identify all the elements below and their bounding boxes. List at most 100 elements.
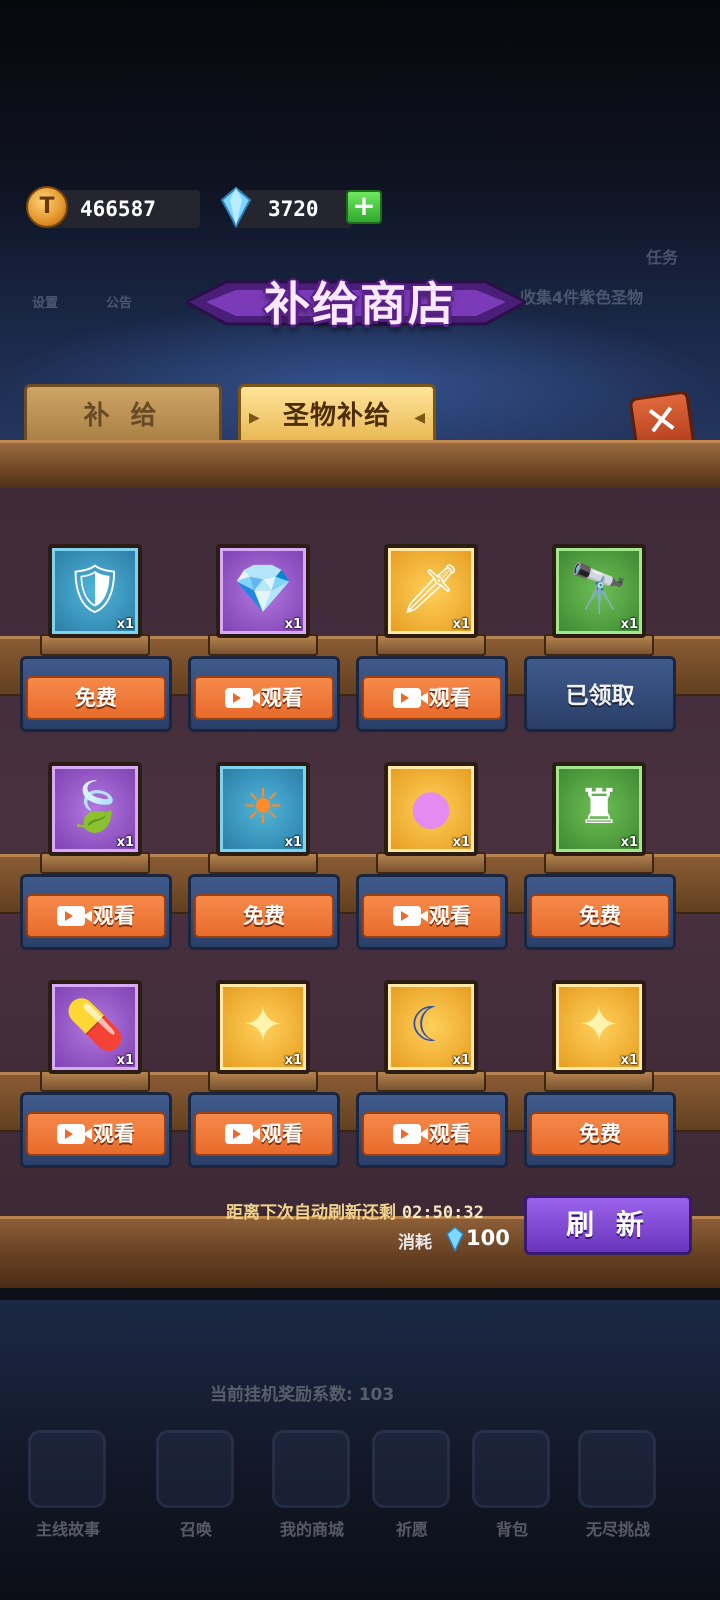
- gold-coin-icon: T: [26, 186, 68, 228]
- shop-item-slot: 观看 🗡 x1: [348, 544, 518, 764]
- shop-item-slot: 免费 ✦ x1: [516, 980, 686, 1200]
- shop-item-slot: 观看 💊 x1: [12, 980, 182, 1200]
- bg-nav-button-story: [28, 1430, 106, 1508]
- bg-nav-button-shop: [272, 1430, 350, 1508]
- watch-ad-button[interactable]: 观看: [194, 1112, 334, 1156]
- watch-ad-button[interactable]: 观看: [194, 676, 334, 720]
- shop-item-slot: 观看 ● x1: [348, 762, 518, 982]
- crimson-armor-icon: 🛡: [64, 561, 126, 617]
- action-label: 观看: [261, 686, 303, 710]
- crystal-cluster-icon: 💎: [233, 561, 293, 617]
- tab-relic-supply[interactable]: ▶ 圣物补给 ◀: [238, 384, 436, 446]
- crescent-moon-icon: ☾: [409, 997, 453, 1053]
- free-claim-button[interactable]: 免费: [530, 894, 670, 938]
- item-icon-frame[interactable]: 💎 x1: [216, 544, 310, 638]
- item-quantity: x1: [452, 617, 470, 632]
- sun-orb-icon: ☀: [241, 779, 285, 835]
- item-quantity: x1: [452, 1053, 470, 1068]
- refresh-timer: 距离下次自动刷新还剩 02:50:32: [226, 1198, 484, 1223]
- shop-item-slot: 观看 ☾ x1: [348, 980, 518, 1200]
- shop-item-slot: 观看 ✦ x1: [180, 980, 350, 1200]
- item-quantity: x1: [620, 835, 638, 850]
- gem-amount: 3720: [268, 197, 319, 221]
- item-icon-frame[interactable]: 🔭 x1: [552, 544, 646, 638]
- shop-item-slot: 免费 🛡 x1: [12, 544, 182, 764]
- bg-notice-label: 公告: [106, 296, 133, 311]
- item-quantity: x1: [284, 617, 302, 632]
- item-icon-frame[interactable]: 🗡 x1: [384, 544, 478, 638]
- item-icon-frame[interactable]: ♜ x1: [552, 762, 646, 856]
- shop-title: 补给商店: [264, 277, 456, 331]
- item-quantity: x1: [620, 617, 638, 632]
- leaf-shield-icon: 🍃: [65, 779, 125, 835]
- tab-arrow-left-icon: ▶: [249, 410, 260, 426]
- tab-arrow-right-icon: ◀: [414, 410, 425, 426]
- action-label: 观看: [429, 904, 471, 928]
- bg-nav-label-story: 主线故事: [35, 1520, 100, 1539]
- item-quantity: x1: [620, 1053, 638, 1068]
- watch-ad-button[interactable]: 观看: [362, 894, 502, 938]
- action-label: 免费: [75, 686, 117, 710]
- bg-task-text: 收集4件紫色圣物: [520, 288, 644, 307]
- bg-nav-label-bag: 背包: [495, 1520, 528, 1539]
- bg-nav-label-summon: 召唤: [179, 1520, 212, 1539]
- refresh-countdown: 02:50:32: [401, 1203, 484, 1223]
- bg-settings-label: 设置: [32, 296, 59, 311]
- action-label: 观看: [429, 686, 471, 710]
- item-icon-frame[interactable]: ☀ x1: [216, 762, 310, 856]
- bg-nav-button-bag: [472, 1430, 550, 1508]
- video-camera-icon: [57, 906, 92, 926]
- bg-nav-label-endless: 无尽挑战: [585, 1520, 650, 1539]
- item-icon-frame[interactable]: 🛡 x1: [48, 544, 142, 638]
- item-quantity: x1: [452, 835, 470, 850]
- refresh-timer-label: 距离下次自动刷新还剩: [226, 1203, 396, 1223]
- shop-item-slot: 观看 🍃 x1: [12, 762, 182, 982]
- action-label: 观看: [261, 1122, 303, 1146]
- refresh-cost-value: 100: [466, 1226, 510, 1250]
- claimed-label: 已领取: [530, 676, 670, 720]
- item-quantity: x1: [116, 835, 134, 850]
- diamond-icon: [220, 186, 252, 228]
- pink-slime-icon: ●: [410, 779, 452, 835]
- add-gems-button[interactable]: +: [346, 190, 382, 224]
- shelf-top: [0, 440, 720, 490]
- video-camera-icon: [57, 1124, 92, 1144]
- free-claim-button[interactable]: 免费: [530, 1112, 670, 1156]
- item-icon-frame[interactable]: ✦ x1: [216, 980, 310, 1074]
- tab-supply[interactable]: 补 给: [24, 384, 222, 446]
- gold-star-icon: ✦: [578, 997, 620, 1053]
- shop-item-slot: 已领取 🔭 x1: [516, 544, 686, 764]
- gold-star-icon: ✦: [242, 997, 284, 1053]
- bg-nav-label-shop: 我的商城: [279, 1520, 344, 1539]
- item-icon-frame[interactable]: ● x1: [384, 762, 478, 856]
- watch-ad-button[interactable]: 观看: [26, 1112, 166, 1156]
- action-label: 观看: [93, 1122, 135, 1146]
- ornate-trophy-icon: ♜: [577, 779, 621, 835]
- item-quantity: x1: [284, 1053, 302, 1068]
- item-quantity: x1: [116, 1053, 134, 1068]
- item-quantity: x1: [284, 835, 302, 850]
- gold-amount: 466587: [80, 197, 156, 221]
- item-icon-frame[interactable]: 💊 x1: [48, 980, 142, 1074]
- watch-ad-button[interactable]: 观看: [362, 676, 502, 720]
- free-claim-button[interactable]: 免费: [26, 676, 166, 720]
- bg-nav-button-wish: [372, 1430, 450, 1508]
- action-label: 观看: [429, 1122, 471, 1146]
- item-icon-frame[interactable]: 🍃 x1: [48, 762, 142, 856]
- free-claim-button[interactable]: 免费: [194, 894, 334, 938]
- refresh-cost-label: 消耗: [398, 1233, 432, 1253]
- watch-ad-button[interactable]: 观看: [362, 1112, 502, 1156]
- item-icon-frame[interactable]: ☾ x1: [384, 980, 478, 1074]
- item-icon-frame[interactable]: ✦ x1: [552, 980, 646, 1074]
- bg-nav-label-wish: 祈愿: [395, 1520, 428, 1539]
- bg-idle-hint: 当前挂机奖励系数: 103: [210, 1385, 395, 1405]
- video-camera-icon: [393, 1124, 428, 1144]
- video-camera-icon: [225, 688, 260, 708]
- bg-task-tab: 任务: [646, 248, 679, 267]
- watch-ad-button[interactable]: 观看: [26, 894, 166, 938]
- video-camera-icon: [225, 1124, 260, 1144]
- bg-nav-button-endless: [578, 1430, 656, 1508]
- refresh-button[interactable]: 刷 新: [524, 1195, 692, 1255]
- action-label: 免费: [579, 1122, 621, 1146]
- action-label: 已领取: [565, 683, 635, 709]
